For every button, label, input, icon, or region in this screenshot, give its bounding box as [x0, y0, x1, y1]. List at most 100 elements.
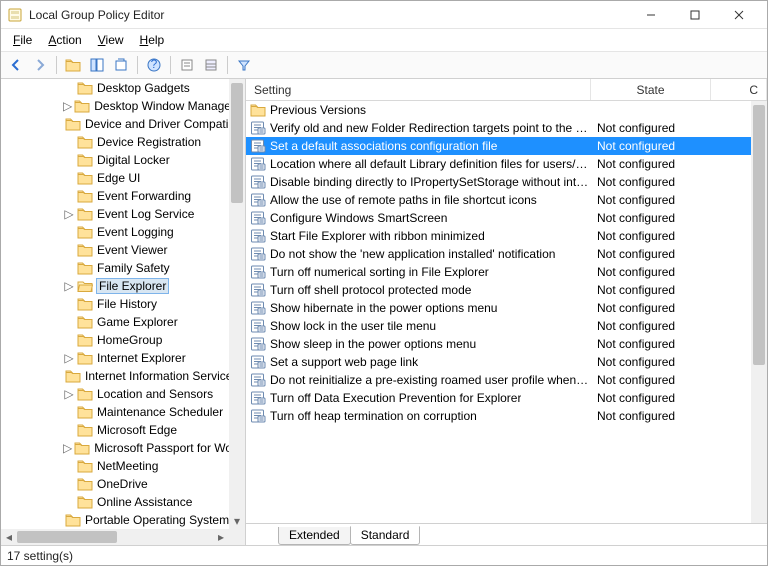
tree-node[interactable]: Maintenance Scheduler: [1, 403, 229, 421]
show-hide-tree-button[interactable]: [86, 54, 108, 76]
expand-icon[interactable]: ▷: [63, 207, 75, 221]
menu-file[interactable]: File: [5, 31, 40, 49]
properties-button[interactable]: [176, 54, 198, 76]
export-button[interactable]: [110, 54, 132, 76]
list-row[interactable]: Show lock in the user tile menuNot confi…: [246, 317, 751, 335]
list-row[interactable]: Turn off heap termination on corruptionN…: [246, 407, 751, 425]
tree-node[interactable]: Device Registration: [1, 133, 229, 151]
scrollbar-thumb[interactable]: [17, 531, 117, 543]
tree-node[interactable]: ▷ Desktop Window Manager: [1, 97, 229, 115]
minimize-button[interactable]: [629, 4, 673, 26]
scroll-down-icon[interactable]: ▾: [229, 513, 245, 529]
list-row[interactable]: Show hibernate in the power options menu…: [246, 299, 751, 317]
tree-node[interactable]: Online Assistance: [1, 493, 229, 511]
policy-icon: [250, 247, 266, 261]
policy-icon: [250, 409, 266, 423]
column-setting[interactable]: Setting: [246, 79, 591, 100]
tree-node[interactable]: File History: [1, 295, 229, 313]
tree-node[interactable]: Event Logging: [1, 223, 229, 241]
list-row[interactable]: Set a support web page linkNot configure…: [246, 353, 751, 371]
settings-rows[interactable]: Previous VersionsVerify old and new Fold…: [246, 101, 751, 523]
setting-state: Not configured: [591, 337, 711, 351]
tree-node[interactable]: ▷Location and Sensors: [1, 385, 229, 403]
tree-vertical-scrollbar[interactable]: ▴ ▾: [229, 79, 245, 529]
setting-name: Show sleep in the power options menu: [270, 337, 476, 351]
maximize-button[interactable]: [673, 4, 717, 26]
setting-state: Not configured: [591, 301, 711, 315]
menu-action[interactable]: Action: [40, 31, 89, 49]
tree-node[interactable]: NetMeeting: [1, 457, 229, 475]
folder-icon: [65, 117, 81, 131]
tree-node[interactable]: OneDrive: [1, 475, 229, 493]
list-row[interactable]: Do not reinitialize a pre-existing roame…: [246, 371, 751, 389]
tree-node[interactable]: Family Safety: [1, 259, 229, 277]
tree-node[interactable]: Portable Operating System: [1, 511, 229, 529]
column-state[interactable]: State: [591, 79, 711, 100]
tree-node[interactable]: Event Forwarding: [1, 187, 229, 205]
folder-icon: [77, 81, 93, 95]
folder-icon: [77, 135, 93, 149]
menu-help[interactable]: Help: [132, 31, 173, 49]
list-row[interactable]: Turn off shell protocol protected modeNo…: [246, 281, 751, 299]
forward-button[interactable]: [29, 54, 51, 76]
scrollbar-thumb[interactable]: [231, 83, 243, 203]
list-row[interactable]: Do not show the 'new application install…: [246, 245, 751, 263]
expand-icon[interactable]: ▷: [63, 387, 75, 401]
list-row[interactable]: Previous Versions: [246, 101, 751, 119]
tree-node[interactable]: ▷Event Log Service: [1, 205, 229, 223]
tree-node[interactable]: Desktop Gadgets: [1, 79, 229, 97]
setting-state: Not configured: [591, 229, 711, 243]
close-button[interactable]: [717, 4, 761, 26]
menu-view[interactable]: View: [90, 31, 132, 49]
up-button[interactable]: [62, 54, 84, 76]
tree-node[interactable]: Internet Information Service: [1, 367, 229, 385]
scroll-left-icon[interactable]: ◂: [1, 529, 17, 545]
tab-extended[interactable]: Extended: [278, 527, 351, 545]
list-row[interactable]: Start File Explorer with ribbon minimize…: [246, 227, 751, 245]
tree-node[interactable]: Event Viewer: [1, 241, 229, 259]
tree-node[interactable]: Device and Driver Compatil: [1, 115, 229, 133]
tree-node-label: Edge UI: [97, 171, 140, 185]
tree-horizontal-scrollbar[interactable]: ◂ ▸: [1, 529, 229, 545]
view-tabs: Extended Standard: [246, 523, 767, 545]
expand-icon[interactable]: ▷: [63, 441, 72, 455]
list-row[interactable]: Configure Windows SmartScreenNot configu…: [246, 209, 751, 227]
tree-node[interactable]: ▷Internet Explorer: [1, 349, 229, 367]
expand-icon[interactable]: ▷: [63, 99, 72, 113]
tree-node[interactable]: Digital Locker: [1, 151, 229, 169]
tree-node[interactable]: Microsoft Edge: [1, 421, 229, 439]
expand-icon[interactable]: ▷: [63, 279, 75, 293]
expand-icon[interactable]: ▷: [63, 351, 75, 365]
tree-list[interactable]: Desktop Gadgets ▷ Desktop Window Manager De…: [1, 79, 229, 529]
scroll-right-icon[interactable]: ▸: [213, 529, 229, 545]
tab-standard[interactable]: Standard: [350, 526, 421, 545]
scrollbar-thumb[interactable]: [753, 105, 765, 365]
tree-node[interactable]: Edge UI: [1, 169, 229, 187]
tree-node[interactable]: ▷Microsoft Passport for Worl: [1, 439, 229, 457]
tree-node[interactable]: Game Explorer: [1, 313, 229, 331]
list-row[interactable]: Set a default associations configuration…: [246, 137, 751, 155]
tree-node-label: Desktop Window Manager: [94, 99, 229, 113]
tree-node-label: Microsoft Edge: [97, 423, 177, 437]
folder-icon: [77, 477, 93, 491]
tree-node[interactable]: ▷File Explorer: [1, 277, 229, 295]
help-button[interactable]: ?: [143, 54, 165, 76]
list-row[interactable]: Location where all default Library defin…: [246, 155, 751, 173]
list-row[interactable]: Turn off numerical sorting in File Explo…: [246, 263, 751, 281]
column-comment[interactable]: C: [711, 79, 767, 100]
list-row[interactable]: Show sleep in the power options menu Not …: [246, 335, 751, 353]
setting-state: Not configured: [591, 211, 711, 225]
list-row[interactable]: Verify old and new Folder Redirection ta…: [246, 119, 751, 137]
list-row[interactable]: Disable binding directly to IPropertySet…: [246, 173, 751, 191]
setting-state: Not configured: [591, 391, 711, 405]
back-button[interactable]: [5, 54, 27, 76]
policy-icon: [250, 193, 266, 207]
list-row[interactable]: Turn off Data Execution Prevention for E…: [246, 389, 751, 407]
details-button[interactable]: [200, 54, 222, 76]
filter-button[interactable]: [233, 54, 255, 76]
detail-vertical-scrollbar[interactable]: [751, 101, 767, 523]
app-icon: [7, 7, 23, 23]
tree-node[interactable]: HomeGroup: [1, 331, 229, 349]
setting-name: Turn off shell protocol protected mode: [270, 283, 471, 297]
list-row[interactable]: Allow the use of remote paths in file sh…: [246, 191, 751, 209]
